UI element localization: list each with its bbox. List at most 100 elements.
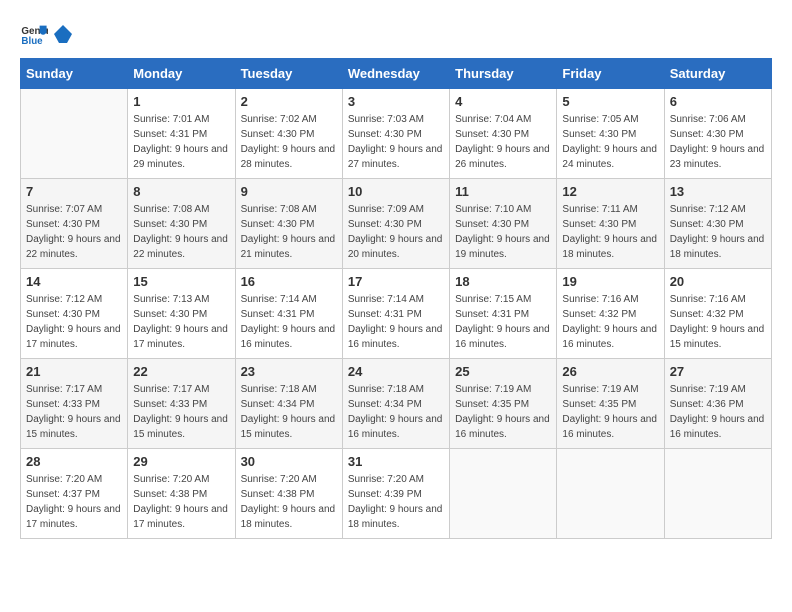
logo-shape-icon — [52, 23, 74, 45]
day-info: Sunrise: 7:19 AMSunset: 4:35 PMDaylight:… — [455, 382, 551, 442]
calendar-week-row: 7 Sunrise: 7:07 AMSunset: 4:30 PMDaylight… — [21, 179, 772, 269]
svg-text:Blue: Blue — [21, 36, 43, 47]
day-number: 10 — [348, 184, 444, 199]
day-info: Sunrise: 7:08 AMSunset: 4:30 PMDaylight:… — [133, 202, 229, 262]
calendar-week-row: 1 Sunrise: 7:01 AMSunset: 4:31 PMDaylight… — [21, 89, 772, 179]
calendar-cell: 2 Sunrise: 7:02 AMSunset: 4:30 PMDaylight… — [235, 89, 342, 179]
day-number: 7 — [26, 184, 122, 199]
day-info: Sunrise: 7:10 AMSunset: 4:30 PMDaylight:… — [455, 202, 551, 262]
day-number: 8 — [133, 184, 229, 199]
day-number: 27 — [670, 364, 766, 379]
calendar-cell: 9 Sunrise: 7:08 AMSunset: 4:30 PMDaylight… — [235, 179, 342, 269]
calendar-week-row: 14 Sunrise: 7:12 AMSunset: 4:30 PMDayligh… — [21, 269, 772, 359]
calendar-cell: 14 Sunrise: 7:12 AMSunset: 4:30 PMDayligh… — [21, 269, 128, 359]
day-info: Sunrise: 7:04 AMSunset: 4:30 PMDaylight:… — [455, 112, 551, 172]
calendar-cell: 13 Sunrise: 7:12 AMSunset: 4:30 PMDayligh… — [664, 179, 771, 269]
day-info: Sunrise: 7:09 AMSunset: 4:30 PMDaylight:… — [348, 202, 444, 262]
day-number: 2 — [241, 94, 337, 109]
day-info: Sunrise: 7:20 AMSunset: 4:38 PMDaylight:… — [133, 472, 229, 532]
day-info: Sunrise: 7:20 AMSunset: 4:38 PMDaylight:… — [241, 472, 337, 532]
day-number: 19 — [562, 274, 658, 289]
calendar-body: 1 Sunrise: 7:01 AMSunset: 4:31 PMDaylight… — [21, 89, 772, 539]
day-number: 26 — [562, 364, 658, 379]
day-number: 15 — [133, 274, 229, 289]
day-number: 12 — [562, 184, 658, 199]
day-info: Sunrise: 7:07 AMSunset: 4:30 PMDaylight:… — [26, 202, 122, 262]
day-info: Sunrise: 7:05 AMSunset: 4:30 PMDaylight:… — [562, 112, 658, 172]
weekday-header-wednesday: Wednesday — [342, 59, 449, 89]
calendar-cell: 20Sunrise: 7:16 AMSunset: 4:32 PMDayligh… — [664, 269, 771, 359]
calendar-cell: 19 Sunrise: 7:16 AMSunset: 4:32 PMDayligh… — [557, 269, 664, 359]
day-info: Sunrise: 7:12 AMSunset: 4:30 PMDaylight:… — [670, 202, 766, 262]
calendar-cell: 5Sunrise: 7:05 AMSunset: 4:30 PMDaylight… — [557, 89, 664, 179]
calendar-cell: 31 Sunrise: 7:20 AMSunset: 4:39 PMDayligh… — [342, 449, 449, 539]
day-info: Sunrise: 7:19 AMSunset: 4:35 PMDaylight:… — [562, 382, 658, 442]
day-info: Sunrise: 7:03 AMSunset: 4:30 PMDaylight:… — [348, 112, 444, 172]
logo-icon: General Blue — [20, 20, 48, 48]
calendar-table: SundayMondayTuesdayWednesdayThursdayFrid… — [20, 58, 772, 539]
calendar-cell: 8 Sunrise: 7:08 AMSunset: 4:30 PMDaylight… — [128, 179, 235, 269]
weekday-header-friday: Friday — [557, 59, 664, 89]
day-info: Sunrise: 7:12 AMSunset: 4:30 PMDaylight:… — [26, 292, 122, 352]
calendar-cell: 29Sunrise: 7:20 AMSunset: 4:38 PMDayligh… — [128, 449, 235, 539]
day-number: 21 — [26, 364, 122, 379]
day-info: Sunrise: 7:02 AMSunset: 4:30 PMDaylight:… — [241, 112, 337, 172]
day-info: Sunrise: 7:16 AMSunset: 4:32 PMDaylight:… — [562, 292, 658, 352]
day-number: 1 — [133, 94, 229, 109]
calendar-cell: 6Sunrise: 7:06 AMSunset: 4:30 PMDaylight… — [664, 89, 771, 179]
day-info: Sunrise: 7:08 AMSunset: 4:30 PMDaylight:… — [241, 202, 337, 262]
calendar-cell: 4 Sunrise: 7:04 AMSunset: 4:30 PMDaylight… — [450, 89, 557, 179]
day-info: Sunrise: 7:17 AMSunset: 4:33 PMDaylight:… — [133, 382, 229, 442]
calendar-cell: 23Sunrise: 7:18 AMSunset: 4:34 PMDayligh… — [235, 359, 342, 449]
calendar-week-row: 28Sunrise: 7:20 AMSunset: 4:37 PMDayligh… — [21, 449, 772, 539]
calendar-cell: 15 Sunrise: 7:13 AMSunset: 4:30 PMDayligh… — [128, 269, 235, 359]
calendar-cell: 7 Sunrise: 7:07 AMSunset: 4:30 PMDaylight… — [21, 179, 128, 269]
calendar-cell: 22 Sunrise: 7:17 AMSunset: 4:33 PMDayligh… — [128, 359, 235, 449]
calendar-cell: 11 Sunrise: 7:10 AMSunset: 4:30 PMDayligh… — [450, 179, 557, 269]
day-number: 4 — [455, 94, 551, 109]
day-info: Sunrise: 7:14 AMSunset: 4:31 PMDaylight:… — [348, 292, 444, 352]
calendar-cell: 27 Sunrise: 7:19 AMSunset: 4:36 PMDayligh… — [664, 359, 771, 449]
day-info: Sunrise: 7:16 AMSunset: 4:32 PMDaylight:… — [670, 292, 766, 352]
day-number: 13 — [670, 184, 766, 199]
weekday-header-saturday: Saturday — [664, 59, 771, 89]
page-header: General Blue — [20, 20, 772, 48]
calendar-cell: 17 Sunrise: 7:14 AMSunset: 4:31 PMDayligh… — [342, 269, 449, 359]
day-number: 11 — [455, 184, 551, 199]
weekday-header-monday: Monday — [128, 59, 235, 89]
calendar-cell: 24Sunrise: 7:18 AMSunset: 4:34 PMDayligh… — [342, 359, 449, 449]
calendar-cell: 28Sunrise: 7:20 AMSunset: 4:37 PMDayligh… — [21, 449, 128, 539]
day-info: Sunrise: 7:01 AMSunset: 4:31 PMDaylight:… — [133, 112, 229, 172]
calendar-cell: 10 Sunrise: 7:09 AMSunset: 4:30 PMDayligh… — [342, 179, 449, 269]
calendar-cell — [664, 449, 771, 539]
calendar-cell: 30 Sunrise: 7:20 AMSunset: 4:38 PMDayligh… — [235, 449, 342, 539]
calendar-cell: 12 Sunrise: 7:11 AMSunset: 4:30 PMDayligh… — [557, 179, 664, 269]
calendar-cell: 21 Sunrise: 7:17 AMSunset: 4:33 PMDayligh… — [21, 359, 128, 449]
day-info: Sunrise: 7:19 AMSunset: 4:36 PMDaylight:… — [670, 382, 766, 442]
weekday-header-thursday: Thursday — [450, 59, 557, 89]
day-number: 16 — [241, 274, 337, 289]
day-number: 17 — [348, 274, 444, 289]
calendar-cell — [21, 89, 128, 179]
calendar-cell: 16Sunrise: 7:14 AMSunset: 4:31 PMDayligh… — [235, 269, 342, 359]
calendar-cell — [557, 449, 664, 539]
day-info: Sunrise: 7:11 AMSunset: 4:30 PMDaylight:… — [562, 202, 658, 262]
calendar-header-row: SundayMondayTuesdayWednesdayThursdayFrid… — [21, 59, 772, 89]
day-info: Sunrise: 7:20 AMSunset: 4:39 PMDaylight:… — [348, 472, 444, 532]
day-info: Sunrise: 7:13 AMSunset: 4:30 PMDaylight:… — [133, 292, 229, 352]
calendar-cell: 1 Sunrise: 7:01 AMSunset: 4:31 PMDaylight… — [128, 89, 235, 179]
day-number: 31 — [348, 454, 444, 469]
day-info: Sunrise: 7:17 AMSunset: 4:33 PMDaylight:… — [26, 382, 122, 442]
day-number: 30 — [241, 454, 337, 469]
logo: General Blue — [20, 20, 74, 48]
weekday-header-sunday: Sunday — [21, 59, 128, 89]
calendar-cell — [450, 449, 557, 539]
day-number: 9 — [241, 184, 337, 199]
day-number: 14 — [26, 274, 122, 289]
day-number: 23 — [241, 364, 337, 379]
day-info: Sunrise: 7:20 AMSunset: 4:37 PMDaylight:… — [26, 472, 122, 532]
calendar-cell: 18Sunrise: 7:15 AMSunset: 4:31 PMDayligh… — [450, 269, 557, 359]
day-number: 3 — [348, 94, 444, 109]
day-info: Sunrise: 7:06 AMSunset: 4:30 PMDaylight:… — [670, 112, 766, 172]
day-number: 22 — [133, 364, 229, 379]
